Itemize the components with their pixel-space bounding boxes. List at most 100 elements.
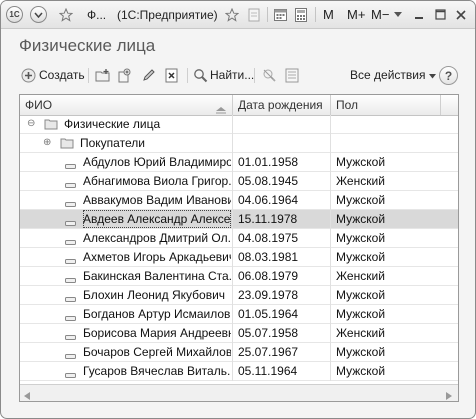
table-row[interactable]: Аввакумов Вадим Иванович 04.06.1964 Мужско… <box>20 191 458 210</box>
find-button[interactable]: Найти... <box>193 65 254 85</box>
element-icon <box>65 235 76 249</box>
create-label: Создать <box>39 68 85 82</box>
table-row[interactable]: ⊕ Покупатели <box>20 134 458 153</box>
tree-toggle-icon[interactable]: ⊕ <box>43 134 51 152</box>
cell-birthdate: 25.07.1967 <box>238 345 299 359</box>
element-icon <box>65 349 76 363</box>
help-button[interactable]: ? <box>439 66 458 85</box>
table-row[interactable]: Борисова Мария Андреевна 05.07.1958 Женски… <box>20 324 458 343</box>
calendar-icon[interactable] <box>272 6 288 23</box>
toolbar: Создать Найти... Все действия ? <box>1 61 475 89</box>
cell-fio: Авдеев Александр Алексе... <box>83 210 231 228</box>
group-name: Физические лица <box>64 117 161 131</box>
element-icon <box>65 330 76 344</box>
element-icon <box>65 273 76 287</box>
table-row[interactable]: Богданов Артур Исмаилов... 01.05.1964 Мужс… <box>20 305 458 324</box>
delete-button[interactable] <box>164 65 179 85</box>
table-row[interactable]: Ахметов Игорь Аркадьевич 08.03.1981 Мужско… <box>20 248 458 267</box>
column-fio-label: ФИО <box>25 98 53 112</box>
cell-fio: Бакинская Валентина Ста... <box>83 269 231 283</box>
cell-birthdate: 05.11.1964 <box>238 364 298 378</box>
pencil-icon <box>141 68 156 83</box>
cancel-search-icon <box>262 68 277 83</box>
copy-icon <box>117 68 132 83</box>
cell-sex: Мужской <box>336 155 386 169</box>
list-icon <box>285 68 300 83</box>
cell-sex: Мужской <box>336 193 386 207</box>
table-row[interactable]: Бакинская Валентина Ста... 06.08.1979 Женс… <box>20 267 458 286</box>
favorite-star-icon-2[interactable] <box>223 6 241 23</box>
table-row[interactable]: Блохин Леонид Якубович 23.09.1978 Мужской <box>20 286 458 305</box>
cell-fio: Борисова Мария Андреевна <box>83 326 231 340</box>
table-row[interactable]: Бочаров Сергей Михайлов... 25.07.1967 Мужс… <box>20 343 458 362</box>
table-row[interactable]: Абдулов Юрий Владимиро... 01.01.1958 Мужск… <box>20 153 458 172</box>
column-header-birthdate[interactable]: Дата рождения <box>233 95 331 115</box>
persons-table[interactable]: ФИО Дата рождения Пол ⊖ Физические лица ⊕ П… <box>19 94 459 402</box>
close-icon[interactable] <box>453 6 469 23</box>
dropdown-arrow-icon[interactable] <box>393 6 403 23</box>
edit-button[interactable] <box>141 65 156 85</box>
cell-fio: Гусаров Вячеслав Виталь... <box>83 364 231 378</box>
table-row[interactable]: ⊖ Физические лица <box>20 115 458 134</box>
cell-sex: Мужской <box>336 345 386 359</box>
create-group-button[interactable] <box>95 65 110 85</box>
folder-icon <box>60 137 74 152</box>
copy-button[interactable] <box>117 65 132 85</box>
element-icon <box>65 292 76 306</box>
all-actions-label: Все действия <box>350 68 426 82</box>
column-header-fio[interactable]: ФИО <box>20 95 233 115</box>
calculator-icon[interactable] <box>293 6 309 23</box>
element-icon <box>65 254 76 268</box>
cell-fio: Бочаров Сергей Михайлов... <box>83 345 231 359</box>
document-icon[interactable] <box>246 6 262 23</box>
app-logo-text: 1С <box>9 10 20 19</box>
find-label: Найти... <box>210 68 255 82</box>
table-row[interactable]: Гусаров Вячеслав Виталь... 05.11.1964 Мужс… <box>20 362 458 381</box>
create-plus-icon <box>21 68 36 83</box>
cell-fio: Блохин Леонид Якубович <box>83 288 226 302</box>
element-icon <box>65 311 76 325</box>
memory-button[interactable]: M <box>323 6 334 23</box>
cell-sex: Женский <box>336 269 385 283</box>
cell-birthdate: 04.08.1975 <box>238 231 299 245</box>
group-name: Покупатели <box>80 136 145 150</box>
maximize-icon[interactable] <box>432 6 448 23</box>
cell-fio: Абнагимова Виола Григор... <box>83 174 231 188</box>
cell-birthdate: 05.08.1945 <box>238 174 299 188</box>
minimize-icon[interactable] <box>411 6 427 23</box>
create-button[interactable]: Создать <box>21 65 85 85</box>
element-icon <box>65 216 76 230</box>
main-menu-icon[interactable] <box>30 6 47 23</box>
cell-birthdate: 01.01.1958 <box>238 155 299 169</box>
scroll-left-icon[interactable] <box>24 389 30 401</box>
tree-toggle-icon[interactable]: ⊖ <box>27 115 35 133</box>
title-bar: 1С Ф... (1С:Предприятие) M M+ M− <box>1 1 475 29</box>
memory-minus-button[interactable]: M− <box>371 6 389 23</box>
app-logo-icon[interactable]: 1С <box>6 6 23 23</box>
table-header: ФИО Дата рождения Пол <box>20 95 458 116</box>
cell-birthdate: 06.08.1979 <box>238 269 299 283</box>
list-view-button[interactable] <box>285 65 300 85</box>
cell-birthdate: 23.09.1978 <box>238 288 299 302</box>
cell-sex: Женский <box>336 326 385 340</box>
element-icon <box>65 178 76 192</box>
cancel-search-button[interactable] <box>262 65 277 85</box>
app-window: 1С Ф... (1С:Предприятие) M M+ M− Физичес… <box>0 0 476 419</box>
cell-fio: Александров Дмитрий Ол... <box>83 231 231 245</box>
element-icon <box>65 159 76 173</box>
table-row[interactable]: Авдеев Александр Алексе... 15.11.1978 Мужс… <box>20 210 458 229</box>
cell-sex: Мужской <box>336 364 386 378</box>
memory-plus-button[interactable]: M+ <box>347 6 365 23</box>
cell-birthdate: 15.11.1978 <box>238 212 298 226</box>
table-row[interactable]: Александров Дмитрий Ол... 04.08.1975 Мужск… <box>20 229 458 248</box>
cell-sex: Мужской <box>336 288 386 302</box>
horizontal-scrollbar[interactable] <box>20 384 458 401</box>
scroll-right-icon[interactable] <box>446 389 452 401</box>
all-actions-menu[interactable]: Все действия <box>350 65 437 85</box>
table-row[interactable]: Абнагимова Виола Григор... 05.08.1945 Женс… <box>20 172 458 191</box>
column-header-sex[interactable]: Пол <box>331 95 441 115</box>
cell-fio: Абдулов Юрий Владимиро... <box>83 155 231 169</box>
cell-birthdate: 01.05.1964 <box>238 307 299 321</box>
delete-mark-icon <box>164 68 179 83</box>
favorite-star-icon[interactable] <box>57 6 75 23</box>
